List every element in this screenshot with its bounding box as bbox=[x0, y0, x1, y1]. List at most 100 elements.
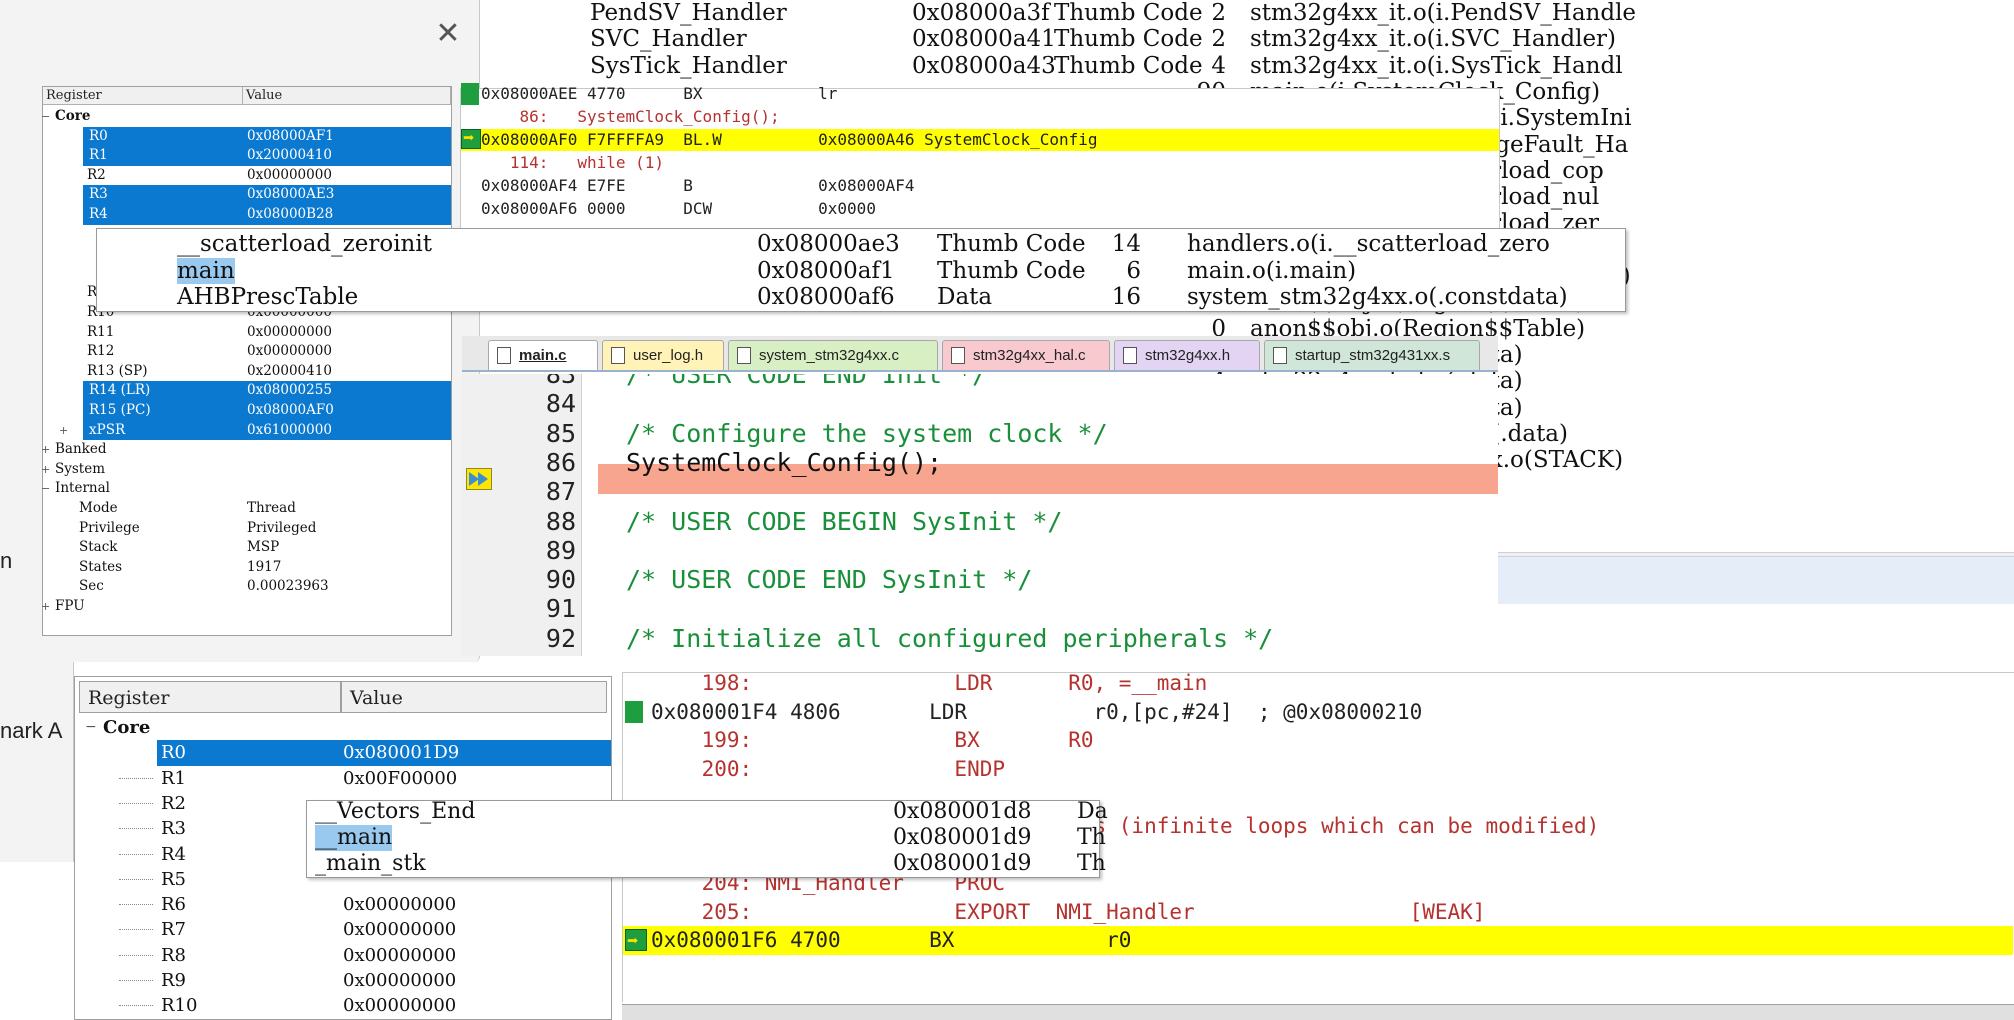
register-row[interactable]: R2 0x00000000 bbox=[43, 166, 451, 186]
tab-user-log-h[interactable]: user_log.h bbox=[602, 340, 724, 370]
register-row[interactable]: R1 0x00F00000 bbox=[75, 766, 611, 791]
register-row[interactable]: + Banked bbox=[41, 440, 451, 460]
register-value: 0x00000000 bbox=[343, 919, 457, 941]
code-line[interactable]: /* Initialize all configured peripherals… bbox=[626, 624, 1273, 654]
column-header-register[interactable]: Register bbox=[43, 87, 243, 105]
register-row[interactable]: − Core bbox=[75, 715, 611, 740]
code-line[interactable]: SystemClock_Config(); bbox=[626, 448, 942, 478]
disasm-row[interactable]: 0x080001F4 4806 LDR r0,[pc,#24] ; @0x080… bbox=[623, 698, 2013, 727]
disasm-text: 0x08000AEE 4770 BX lr bbox=[481, 84, 838, 103]
tree-expander-icon[interactable]: + bbox=[41, 597, 50, 617]
disasm-row[interactable]: 0x08000AEE 4770 BX lr bbox=[461, 83, 1499, 105]
tree-expander-icon[interactable]: − bbox=[41, 479, 50, 499]
register-name: R14 (LR) bbox=[89, 382, 151, 399]
code-line[interactable]: /* USER CODE END Init */ bbox=[626, 374, 987, 390]
line-number[interactable]: 85 bbox=[506, 419, 576, 449]
register-row[interactable]: R13 (SP) 0x20000410 bbox=[43, 362, 451, 382]
tab-main-c[interactable]: main.c bbox=[488, 340, 598, 370]
register-name: R8 bbox=[161, 944, 187, 966]
register-row[interactable]: Sec 0.00023963 bbox=[43, 577, 451, 597]
disasm-row[interactable]: 86: SystemClock_Config(); bbox=[461, 106, 1499, 128]
line-number[interactable]: 90 bbox=[506, 565, 576, 595]
register-row[interactable]: R10 0x00000000 bbox=[75, 993, 611, 1018]
tooltip-size: 6 bbox=[1126, 257, 1141, 284]
register-row[interactable]: R14 (LR) 0x08000255 bbox=[83, 381, 451, 401]
register-value: 0x08000AE3 bbox=[247, 186, 335, 203]
tooltip-size: 16 bbox=[1111, 284, 1141, 310]
register-row[interactable]: R3 0x08000AE3 bbox=[83, 185, 451, 205]
register-row[interactable]: R6 0x00000000 bbox=[75, 892, 611, 917]
disasm-text: 86: SystemClock_Config(); bbox=[481, 107, 780, 126]
map-row[interactable]: SysTick_Handler 0x08000a43 Thumb Code 4 stm3… bbox=[470, 53, 2014, 79]
register-name: R9 bbox=[161, 970, 187, 991]
disasm-row[interactable]: 0x080001F6 4700 BX r0 bbox=[623, 926, 2013, 956]
register-value: 0x08000AF0 bbox=[247, 402, 334, 418]
code-line[interactable]: /* Configure the system clock */ bbox=[626, 419, 1108, 449]
register-row[interactable]: + FPU bbox=[41, 597, 451, 617]
line-number[interactable]: 91 bbox=[506, 594, 576, 624]
register-row[interactable]: R11 0x00000000 bbox=[43, 323, 451, 343]
line-number[interactable]: 88 bbox=[506, 507, 576, 537]
register-row[interactable]: R7 0x00000000 bbox=[75, 917, 611, 942]
breakpoint-marker-icon[interactable] bbox=[625, 700, 643, 723]
disasm-row[interactable]: 200: ENDP bbox=[623, 755, 2013, 784]
register-row[interactable]: R1 0x20000410 bbox=[83, 146, 451, 166]
tree-expander-icon[interactable]: + bbox=[59, 421, 68, 441]
register-value: 0x08000255 bbox=[247, 382, 332, 399]
tab-system-stm32g4xx-c[interactable]: system_stm32g4xx.c bbox=[728, 340, 938, 370]
register-row[interactable]: States 1917 bbox=[43, 558, 451, 578]
register-row[interactable]: R4 0x08000B28 bbox=[83, 205, 451, 225]
register-row[interactable]: R0 0x080001D9 bbox=[157, 740, 611, 766]
register-value: 0.00023963 bbox=[247, 578, 329, 595]
map-row[interactable]: PendSV_Handler 0x08000a3f Thumb Code 2 stm32… bbox=[470, 0, 2014, 26]
registers-tree-top[interactable]: Register Value − Core R0 0x08000AF1 R1 0x2000… bbox=[41, 86, 452, 636]
register-row[interactable]: R15 (PC) 0x08000AF0 bbox=[83, 401, 451, 421]
close-icon[interactable]: ✕ bbox=[430, 16, 466, 52]
register-row[interactable]: Privilege Privileged bbox=[43, 519, 451, 539]
disassembly-window-top[interactable]: 0x08000AEE 4770 BX lr 86: SystemClock_Co… bbox=[460, 83, 1500, 248]
register-row[interactable]: − Internal bbox=[41, 479, 451, 499]
tree-expander-icon[interactable]: − bbox=[85, 715, 97, 740]
tooltip-addr: 0x08000ae3 bbox=[757, 231, 900, 257]
tree-expander-icon[interactable]: − bbox=[41, 107, 50, 127]
disasm-row[interactable]: 205: EXPORT NMI_Handler [WEAK] bbox=[623, 898, 2013, 927]
column-header-value[interactable]: Value bbox=[341, 681, 607, 713]
tab-startup-stm32g431xx-s[interactable]: startup_stm32g431xx.s bbox=[1264, 340, 1480, 370]
disasm-row[interactable]: 0x08000AF0 F7FFFFA9 BL.W 0x08000A46 Syst… bbox=[461, 127, 1499, 151]
tree-expander-icon[interactable]: + bbox=[41, 440, 50, 460]
disasm-row[interactable]: 0x08000AF4 E7FE B 0x08000AF4 bbox=[461, 175, 1499, 197]
map-row[interactable]: SVC_Handler 0x08000a41 Thumb Code 2 stm32g4x… bbox=[470, 26, 2014, 52]
register-row[interactable]: R0 0x08000AF1 bbox=[83, 126, 451, 147]
disasm-row[interactable]: 114: while (1) bbox=[461, 152, 1499, 174]
register-row[interactable]: R9 0x00000000 bbox=[75, 968, 611, 993]
tree-expander-icon[interactable]: + bbox=[41, 460, 50, 480]
register-row[interactable]: + xPSR 0x61000000 bbox=[59, 420, 451, 441]
map-name: SysTick_Handler bbox=[590, 52, 787, 79]
breakpoint-marker-icon[interactable] bbox=[461, 83, 479, 105]
line-number[interactable]: 84 bbox=[506, 389, 576, 419]
register-row[interactable]: + System bbox=[41, 460, 451, 480]
register-row[interactable]: − Core bbox=[41, 107, 451, 127]
register-row[interactable]: Mode Thread bbox=[43, 499, 451, 519]
column-header-value[interactable]: Value bbox=[243, 87, 451, 105]
register-name: R5 bbox=[161, 868, 187, 890]
line-number[interactable]: 86 bbox=[506, 448, 576, 478]
tooltip-name: __Vectors_End bbox=[315, 799, 476, 824]
tab-stm32g4xx-h[interactable]: stm32g4xx.h bbox=[1114, 340, 1260, 370]
line-number[interactable]: 87 bbox=[506, 477, 576, 507]
disasm-row[interactable]: 0x08000AF6 0000 DCW 0x0000 bbox=[461, 198, 1499, 220]
line-number[interactable]: 89 bbox=[506, 536, 576, 566]
tab-stm32g4xx-hal-c[interactable]: stm32g4xx_hal.c bbox=[942, 340, 1110, 370]
register-row[interactable]: R12 0x00000000 bbox=[43, 342, 451, 362]
source-editor[interactable]: 83 84 85 86 87 88 89 90 91 92 /* USER CODE END In… bbox=[462, 374, 1498, 656]
register-row[interactable]: Stack MSP bbox=[43, 538, 451, 558]
line-number-gutter[interactable]: 83 84 85 86 87 88 89 90 91 92 bbox=[462, 374, 582, 656]
code-line[interactable]: /* USER CODE END SysInit */ bbox=[626, 565, 1032, 595]
column-header-register[interactable]: Register bbox=[79, 681, 341, 713]
disasm-row[interactable]: 199: BX R0 bbox=[623, 726, 2013, 755]
line-number[interactable]: 92 bbox=[506, 624, 576, 654]
register-row[interactable]: R8 0x00000000 bbox=[75, 943, 611, 968]
line-number[interactable]: 83 bbox=[506, 374, 576, 390]
code-line[interactable]: /* USER CODE BEGIN SysInit */ bbox=[626, 507, 1063, 537]
disasm-row[interactable]: 198: LDR R0, =__main bbox=[623, 669, 2013, 698]
